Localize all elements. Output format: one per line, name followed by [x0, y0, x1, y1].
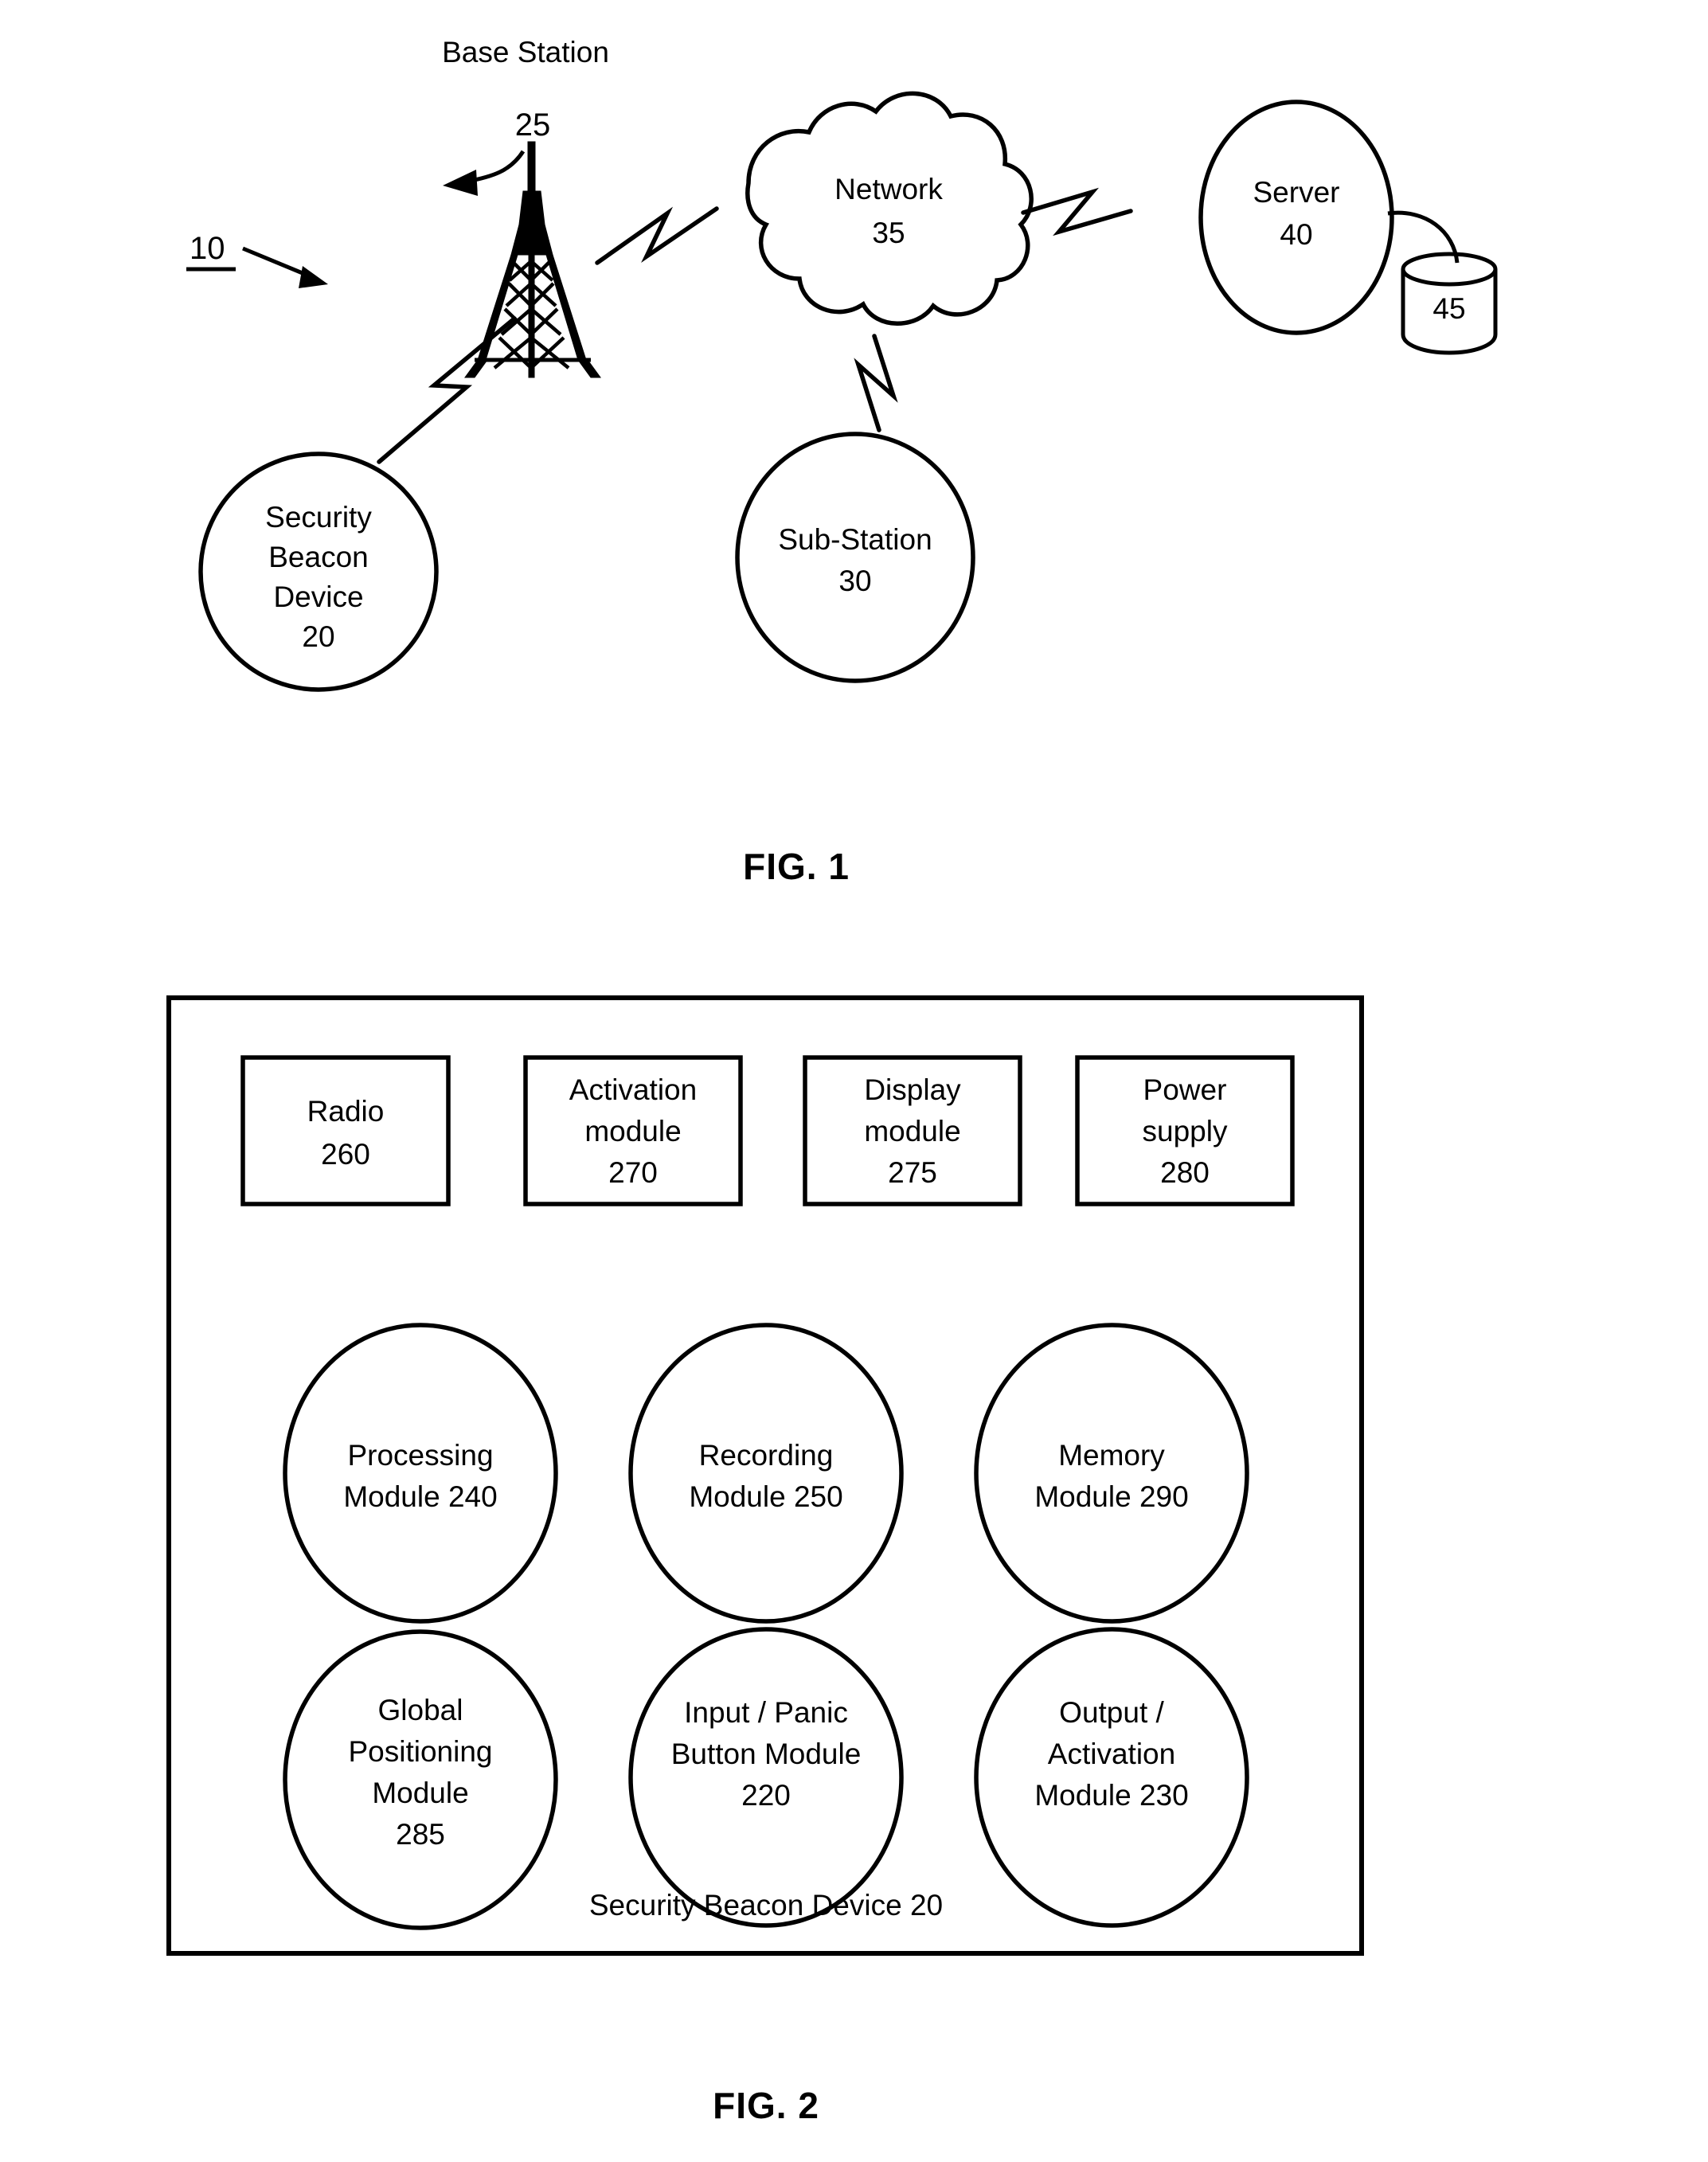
cloud-icon: Network 35: [745, 91, 1034, 326]
module-circle-output-activation: Output / Activation Module 230: [974, 1627, 1249, 1928]
circle-processing-line2: Module 240: [343, 1480, 497, 1513]
system-ref-label: 10: [190, 231, 225, 266]
circle-memory-line1: Memory: [1058, 1439, 1165, 1472]
network-title: Network: [834, 173, 943, 205]
module-box-display: Display module 275: [803, 1055, 1022, 1206]
module-box-radio-ref: 260: [321, 1138, 370, 1171]
link-network-server: [1021, 187, 1133, 237]
system-ref-arrowhead: [299, 266, 328, 288]
figure-1: 10 Base Station 25 Network 35 Server 40 …: [186, 36, 1498, 887]
server-ref: 40: [1280, 218, 1312, 251]
module-box-power-line2: supply: [1143, 1115, 1228, 1147]
circle-processing-line1: Processing: [347, 1439, 493, 1472]
circle-recording-line1: Recording: [699, 1439, 834, 1472]
figure-2-caption: FIG. 2: [713, 2085, 819, 2126]
base-station-title: Base Station: [442, 36, 609, 68]
beacon-line3: Device: [273, 581, 363, 613]
module-box-display-line1: Display: [864, 1073, 961, 1106]
module-box-activation: Activation module 270: [523, 1055, 743, 1206]
circle-panic-line1: Input / Panic: [684, 1696, 848, 1729]
module-box-activation-ref: 270: [608, 1156, 658, 1189]
circle-gps-line1: Global: [378, 1694, 463, 1726]
sub-station-node: Sub-Station 30: [735, 432, 975, 683]
base-station-leader-arrowhead: [443, 170, 478, 196]
module-box-activation-line2: module: [584, 1115, 681, 1147]
circle-output-line2: Activation: [1048, 1738, 1175, 1770]
patent-drawing-page: 10 Base Station 25 Network 35 Server 40 …: [0, 0, 1708, 2162]
substation-ref: 30: [838, 565, 871, 597]
figure-2: Radio 260 Activation module 270 Display …: [166, 995, 1364, 2126]
network-ref: 35: [872, 217, 905, 249]
server-node: Server 40: [1198, 100, 1394, 335]
circle-gps-line4: 285: [396, 1818, 445, 1851]
circle-panic-line2: Button Module: [671, 1738, 862, 1770]
module-box-power-ref: 280: [1160, 1156, 1210, 1189]
module-box-display-line2: module: [864, 1115, 960, 1147]
module-circle-memory: Memory Module 290: [974, 1323, 1249, 1624]
module-box-activation-line1: Activation: [569, 1073, 697, 1106]
link-network-substation: [854, 334, 898, 432]
beacon-line2: Beacon: [268, 541, 369, 573]
module-box-radio: Radio 260: [240, 1055, 451, 1206]
link-basestation-network: [595, 206, 719, 265]
module-circle-processing: Processing Module 240: [283, 1323, 558, 1624]
security-beacon-device-node: Security Beacon Device 20: [198, 452, 439, 692]
circle-output-line1: Output /: [1059, 1696, 1164, 1729]
circle-gps-line2: Positioning: [348, 1735, 492, 1768]
system-reference-10: 10: [186, 231, 328, 288]
server-title: Server: [1253, 176, 1340, 209]
link-beacon-basestation: [377, 316, 517, 464]
module-box-power-line1: Power: [1143, 1073, 1227, 1106]
module-circle-global-positioning: Global Positioning Module 285: [283, 1629, 558, 1930]
circle-recording-line2: Module 250: [689, 1480, 842, 1513]
beacon-ref: 20: [302, 620, 334, 653]
circle-output-line3: Module 230: [1034, 1779, 1188, 1812]
circle-panic-line3: 220: [741, 1779, 791, 1812]
database-ref: 45: [1432, 292, 1465, 325]
base-station-group: Base Station 25: [442, 36, 609, 196]
module-circle-input-panic-button: Input / Panic Button Module 220: [628, 1627, 904, 1928]
module-box-display-ref: 275: [888, 1156, 937, 1189]
module-box-radio-line1: Radio: [307, 1095, 385, 1128]
figure-1-caption: FIG. 1: [743, 846, 850, 887]
module-box-power-supply: Power supply 280: [1075, 1055, 1295, 1206]
database-cylinder-icon: 45: [1401, 252, 1498, 355]
device-container-label: Security Beacon Device 20: [589, 1889, 943, 1922]
beacon-line1: Security: [265, 501, 372, 534]
circle-memory-line2: Module 290: [1034, 1480, 1188, 1513]
module-circle-recording: Recording Module 250: [628, 1323, 904, 1624]
circle-gps-line3: Module: [372, 1777, 468, 1809]
base-station-ref: 25: [515, 108, 551, 143]
substation-title: Sub-Station: [778, 523, 932, 556]
